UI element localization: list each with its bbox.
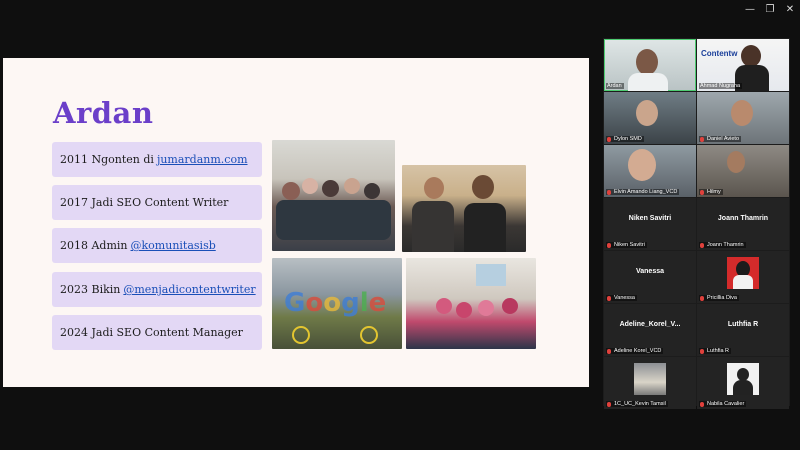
timeline-item-2023: 2023 Bikin @menjadicontentwriter	[52, 272, 262, 307]
workshop-photo	[406, 258, 536, 349]
mic-off-icon	[700, 242, 704, 248]
participant-tile[interactable]: Luthfia R Luthfia R	[697, 304, 789, 356]
link-komunitasisb[interactable]: @komunitasisb	[131, 239, 216, 252]
participant-tile[interactable]: Contentw Ahmad Nugraha	[697, 39, 789, 91]
mic-off-icon	[607, 348, 611, 354]
minimize-icon[interactable]: —	[740, 0, 760, 18]
mic-off-icon	[700, 136, 704, 142]
mic-off-icon	[607, 242, 611, 248]
timeline-item-2011: 2011 Ngonten di jumardanm.com	[52, 142, 262, 177]
window-controls: — ❐ ✕	[740, 0, 800, 18]
group-photo	[272, 140, 395, 251]
participant-tile[interactable]: Dylon SMD	[604, 92, 696, 144]
mic-off-icon	[607, 189, 611, 195]
timeline-item-2018: 2018 Admin @komunitasisb	[52, 228, 262, 263]
participant-tile[interactable]: Daniel Avieto	[697, 92, 789, 144]
participant-tile[interactable]: Adeline_Korel_V... Adeline Korel_VCD	[604, 304, 696, 356]
google-office-photo: Google	[272, 258, 402, 349]
participant-tile[interactable]: Nabila Cavalier	[697, 357, 789, 409]
link-jumardanm[interactable]: jumardanm.com	[157, 153, 248, 166]
participant-tile[interactable]: Niken Savitri Niken Savitri	[604, 198, 696, 250]
shared-slide: Ardan 2011 Ngonten di jumardanm.com 2017 …	[3, 58, 589, 387]
avatar	[727, 257, 759, 289]
participant-tile[interactable]: 1C_UC_Kevin Tamsil	[604, 357, 696, 409]
participants-panel: Ardan Contentw Ahmad Nugraha Dylon SMD D…	[603, 38, 790, 409]
restore-icon[interactable]: ❐	[760, 0, 780, 18]
mic-off-icon	[607, 401, 611, 407]
participant-tile[interactable]: Vanessa Vanessa	[604, 251, 696, 303]
participant-tile[interactable]: Hilmy	[697, 145, 789, 197]
link-menjadicontentwriter[interactable]: @menjadicontentwriter	[123, 283, 255, 296]
avatar	[727, 363, 759, 395]
timeline-item-2017: 2017 Jadi SEO Content Writer	[52, 185, 262, 220]
timeline-item-2024: 2024 Jadi SEO Content Manager	[52, 315, 262, 350]
mic-off-icon	[700, 401, 704, 407]
participant-tile[interactable]: Joann Thamrin Joann Thamrin	[697, 198, 789, 250]
close-icon[interactable]: ✕	[780, 0, 800, 18]
participant-tile[interactable]: Elvin Amando Liang_VCD	[604, 145, 696, 197]
slide-title: Ardan	[53, 96, 154, 130]
mic-off-icon	[700, 348, 704, 354]
mic-off-icon	[607, 136, 611, 142]
participant-tile[interactable]: Ardan	[604, 39, 696, 91]
mic-off-icon	[700, 189, 704, 195]
participant-tile[interactable]: Pricillia Diva	[697, 251, 789, 303]
mic-off-icon	[700, 295, 704, 301]
avatar	[634, 363, 666, 395]
duo-photo	[402, 165, 526, 252]
mic-off-icon	[607, 295, 611, 301]
